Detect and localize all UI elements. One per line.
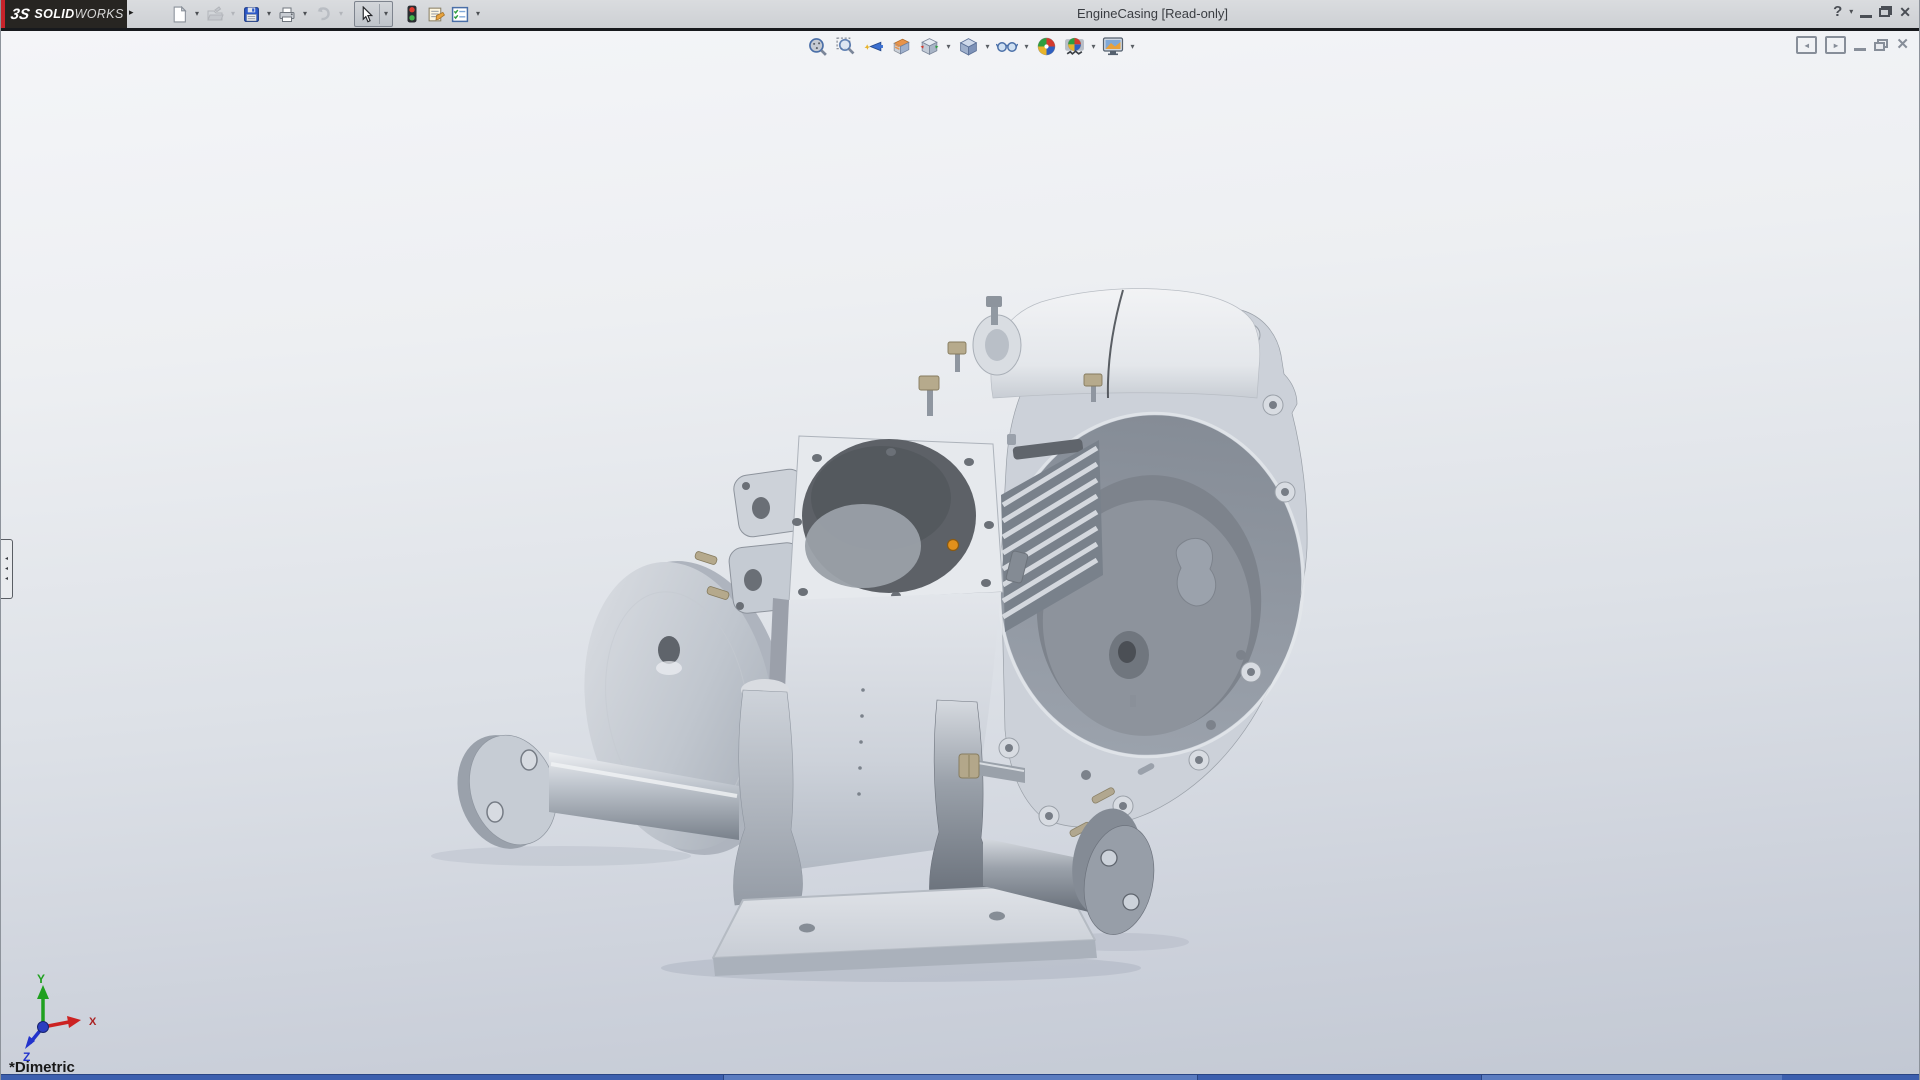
solidworks-logo: 3S SOLIDWORKS: [1, 0, 127, 28]
apply-scene-button[interactable]: [1062, 34, 1086, 58]
collapse-arrow-icon: ◂: [5, 556, 8, 562]
hide-show-items-button[interactable]: [995, 34, 1019, 58]
undo-dropdown[interactable]: ▾: [335, 3, 347, 25]
logo-text-works: WORKS: [75, 7, 124, 21]
display-style-button[interactable]: [956, 34, 980, 58]
apply-scene-icon: [1064, 36, 1085, 57]
new-document-dropdown[interactable]: ▾: [191, 3, 203, 25]
new-document-button[interactable]: [168, 3, 190, 25]
open-dropdown[interactable]: ▾: [227, 3, 239, 25]
window-controls: ? ▾ ✕: [1833, 3, 1911, 20]
taskbar-edge: [1, 1074, 1919, 1080]
options-dropdown[interactable]: ▾: [472, 3, 484, 25]
display-style-icon: [958, 36, 979, 57]
doc-minimize-button[interactable]: [1854, 48, 1866, 51]
print-button[interactable]: [276, 3, 298, 25]
traffic-light-icon: [406, 5, 418, 23]
zoom-to-fit-icon: [807, 36, 828, 57]
show-left-pane-button[interactable]: ◂: [1796, 36, 1817, 54]
menu-flyout-icon[interactable]: ▸: [129, 7, 134, 18]
solidworks-window: 3S SOLIDWORKS ▸ ▾ ▾: [0, 0, 1920, 1080]
new-document-icon: [171, 6, 188, 23]
doc-close-button[interactable]: ✕: [1896, 38, 1909, 52]
open-button[interactable]: [204, 3, 226, 25]
cursor-arrow-icon: [360, 6, 375, 23]
select-button[interactable]: [356, 3, 378, 25]
collapse-arrow-icon: ◂: [5, 576, 8, 582]
logo-text-solid: SOLID: [34, 7, 74, 21]
save-dropdown[interactable]: ▾: [263, 3, 275, 25]
save-floppy-icon: [243, 6, 260, 23]
eyeglasses-icon: [996, 36, 1018, 56]
title-bar: 3S SOLIDWORKS ▸ ▾ ▾: [1, 0, 1919, 31]
triad-y-label: Y: [37, 972, 45, 986]
cylinder-flange: [789, 436, 1003, 602]
headsup-view-toolbar: ▾ ▾ ▾: [803, 34, 1138, 58]
file-properties-button[interactable]: [425, 3, 447, 25]
standard-toolbar: ▾ ▾ ▾: [167, 1, 484, 27]
zoom-to-area-icon: [835, 36, 856, 57]
printer-icon: [278, 6, 296, 23]
reference-triad: Y X Z: [17, 971, 101, 1063]
hide-show-items-dropdown[interactable]: ▾: [1021, 42, 1032, 51]
view-orientation-button[interactable]: [917, 34, 941, 58]
select-dropdown[interactable]: ▾: [380, 3, 392, 25]
previous-view-icon: [863, 36, 884, 57]
file-properties-icon: [427, 6, 445, 23]
view-orientation-dropdown[interactable]: ▾: [943, 42, 954, 51]
zoom-to-fit-button[interactable]: [805, 34, 829, 58]
undo-button[interactable]: [312, 3, 334, 25]
help-icon[interactable]: ?: [1833, 3, 1842, 20]
triad-x-label: X: [89, 1016, 97, 1028]
section-view-button[interactable]: [889, 34, 913, 58]
document-window-controls: ◂ ▸ ✕: [1796, 36, 1909, 54]
viewport-3d[interactable]: ▾ ▾ ▾: [1, 31, 1919, 1080]
view-orientation-icon: [919, 36, 940, 57]
edit-appearance-button[interactable]: [1034, 34, 1058, 58]
minimize-button[interactable]: [1860, 15, 1872, 18]
feature-tree-collapsed-tab[interactable]: ◂ ◂ ◂: [1, 539, 13, 599]
print-dropdown[interactable]: ▾: [299, 3, 311, 25]
save-button[interactable]: [240, 3, 262, 25]
view-settings-dropdown[interactable]: ▾: [1127, 42, 1138, 51]
open-folder-icon: [206, 6, 224, 22]
view-settings-button[interactable]: [1101, 34, 1125, 58]
help-dropdown[interactable]: ▾: [1849, 7, 1853, 16]
close-button[interactable]: ✕: [1899, 4, 1911, 20]
view-settings-icon: [1102, 36, 1124, 56]
apply-scene-dropdown[interactable]: ▾: [1088, 42, 1099, 51]
undo-arrow-icon: [314, 6, 332, 22]
select-tool-group: ▾: [354, 1, 393, 27]
zoom-to-area-button[interactable]: [833, 34, 857, 58]
show-right-pane-button[interactable]: ▸: [1825, 36, 1846, 54]
section-view-icon: [891, 36, 912, 57]
appearance-ball-icon: [1036, 36, 1057, 57]
vertex-marker[interactable]: [948, 540, 959, 551]
doc-restore-button[interactable]: [1874, 39, 1888, 51]
dassault-3ds-logo-icon: 3S: [9, 6, 31, 23]
options-button[interactable]: [449, 3, 471, 25]
collapse-arrow-icon: ◂: [5, 566, 8, 572]
rebuild-button[interactable]: [401, 3, 423, 25]
document-title: EngineCasing [Read-only]: [1077, 6, 1228, 21]
restore-button[interactable]: [1879, 6, 1892, 17]
options-checklist-icon: [451, 6, 469, 23]
display-style-dropdown[interactable]: ▾: [982, 42, 993, 51]
previous-view-button[interactable]: [861, 34, 885, 58]
engine-casing-model: [1, 31, 1920, 1080]
